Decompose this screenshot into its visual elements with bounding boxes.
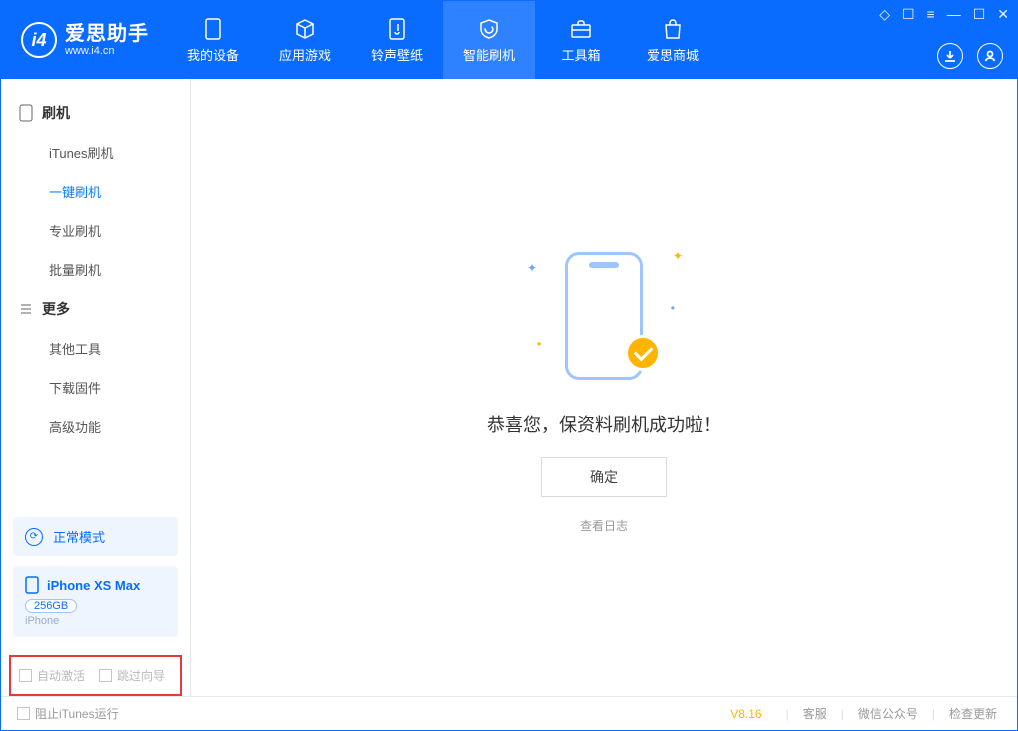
group-label: 更多 <box>42 299 70 319</box>
menu-icon[interactable]: ≡ <box>927 7 935 21</box>
checkbox-auto-activate[interactable]: 自动激活 <box>19 667 85 684</box>
list-icon <box>19 302 33 316</box>
header-tabs: 我的设备 应用游戏 铃声壁纸 智能刷机 工具箱 爱思商城 <box>167 1 719 79</box>
tab-label: 我的设备 <box>187 45 239 64</box>
sidebar-item-itunes-flash[interactable]: iTunes刷机 <box>1 133 190 172</box>
logo[interactable]: i4 爱思助手 www.i4.cn <box>1 1 167 79</box>
checkbox-label: 阻止iTunes运行 <box>35 705 119 722</box>
cube-icon <box>293 17 317 41</box>
device-icon <box>19 104 33 122</box>
refresh-icon: ⟳ <box>25 528 43 546</box>
sidebar-item-batch-flash[interactable]: 批量刷机 <box>1 250 190 289</box>
tab-apps-games[interactable]: 应用游戏 <box>259 1 351 79</box>
sparkle-icon: ✦ <box>673 249 683 263</box>
sidebar-item-pro-flash[interactable]: 专业刷机 <box>1 211 190 250</box>
checkbox-box <box>19 669 32 682</box>
device-info-card[interactable]: iPhone XS Max 256GB iPhone <box>13 566 178 637</box>
device-mode-label: 正常模式 <box>53 527 105 546</box>
minimize-button[interactable]: — <box>947 7 961 21</box>
device-name: iPhone XS Max <box>47 578 140 593</box>
sidebar: 刷机 iTunes刷机 一键刷机 专业刷机 批量刷机 更多 其他工具 下载固件 … <box>1 79 191 696</box>
checkbox-block-itunes[interactable]: 阻止iTunes运行 <box>17 705 119 722</box>
footer: 阻止iTunes运行 V8.16 | 客服 | 微信公众号 | 检查更新 <box>1 696 1017 730</box>
sidebar-group-flash: 刷机 <box>1 93 190 133</box>
checkbox-skip-guide[interactable]: 跳过向导 <box>99 667 165 684</box>
header: i4 爱思助手 www.i4.cn 我的设备 应用游戏 铃声壁纸 智能刷机 <box>1 1 1017 79</box>
checkbox-label: 自动激活 <box>37 667 85 684</box>
footer-link-wechat[interactable]: 微信公众号 <box>854 705 922 722</box>
sidebar-item-other-tools[interactable]: 其他工具 <box>1 329 190 368</box>
checkmark-badge-icon <box>625 335 661 371</box>
phone-icon <box>201 17 225 41</box>
tab-label: 铃声壁纸 <box>371 45 423 64</box>
footer-link-update[interactable]: 检查更新 <box>945 705 1001 722</box>
tab-label: 智能刷机 <box>463 45 515 64</box>
sidebar-item-download-firmware[interactable]: 下载固件 <box>1 368 190 407</box>
tab-smart-flash[interactable]: 智能刷机 <box>443 1 535 79</box>
tab-label: 工具箱 <box>561 45 600 64</box>
device-mode-card[interactable]: ⟳ 正常模式 <box>13 517 178 556</box>
checkbox-row-highlighted: 自动激活 跳过向导 <box>9 655 182 696</box>
device-type: iPhone <box>25 615 166 627</box>
header-right-buttons <box>937 43 1003 69</box>
checkbox-label: 跳过向导 <box>117 667 165 684</box>
skin-icon[interactable]: ◇ <box>879 7 890 21</box>
device-capacity: 256GB <box>25 599 77 613</box>
sidebar-group-more: 更多 <box>1 289 190 329</box>
feedback-icon[interactable]: ☐ <box>902 7 915 21</box>
tab-my-device[interactable]: 我的设备 <box>167 1 259 79</box>
logo-icon: i4 <box>21 22 57 58</box>
toolbox-icon <box>569 17 593 41</box>
app-title: 爱思助手 <box>65 23 149 45</box>
sparkle-icon: ✦ <box>527 261 537 275</box>
success-message: 恭喜您，保资料刷机成功啦！ <box>487 411 721 437</box>
ok-button[interactable]: 确定 <box>541 457 667 497</box>
sidebar-item-advanced[interactable]: 高级功能 <box>1 407 190 446</box>
checkbox-box <box>99 669 112 682</box>
maximize-button[interactable]: ☐ <box>973 7 986 21</box>
view-log-link[interactable]: 查看日志 <box>580 517 628 534</box>
sparkle-icon: • <box>671 301 675 315</box>
music-note-icon <box>385 17 409 41</box>
device-cards: ⟳ 正常模式 iPhone XS Max 256GB iPhone <box>1 517 190 647</box>
main-content: ✦ ✦ • • 恭喜您，保资料刷机成功啦！ 确定 查看日志 <box>191 79 1017 696</box>
tab-store[interactable]: 爱思商城 <box>627 1 719 79</box>
success-illustration: ✦ ✦ • • <box>519 241 689 391</box>
tab-toolbox[interactable]: 工具箱 <box>535 1 627 79</box>
footer-link-service[interactable]: 客服 <box>799 705 831 722</box>
download-button[interactable] <box>937 43 963 69</box>
body: 刷机 iTunes刷机 一键刷机 专业刷机 批量刷机 更多 其他工具 下载固件 … <box>1 79 1017 696</box>
tab-label: 应用游戏 <box>279 45 331 64</box>
sidebar-item-onekey-flash[interactable]: 一键刷机 <box>1 172 190 211</box>
sparkle-icon: • <box>537 337 541 351</box>
group-label: 刷机 <box>42 103 70 123</box>
tab-ringtone-wallpaper[interactable]: 铃声壁纸 <box>351 1 443 79</box>
user-button[interactable] <box>977 43 1003 69</box>
window-controls: ◇ ☐ ≡ — ☐ ✕ <box>879 7 1009 21</box>
checkbox-box <box>17 707 30 720</box>
close-button[interactable]: ✕ <box>997 7 1009 21</box>
shopping-bag-icon <box>661 17 685 41</box>
phone-icon <box>25 576 39 594</box>
app-url: www.i4.cn <box>65 45 149 57</box>
version-label: V8.16 <box>730 707 761 721</box>
app-window: i4 爱思助手 www.i4.cn 我的设备 应用游戏 铃声壁纸 智能刷机 <box>0 0 1018 731</box>
shield-refresh-icon <box>477 17 501 41</box>
tab-label: 爱思商城 <box>647 45 699 64</box>
